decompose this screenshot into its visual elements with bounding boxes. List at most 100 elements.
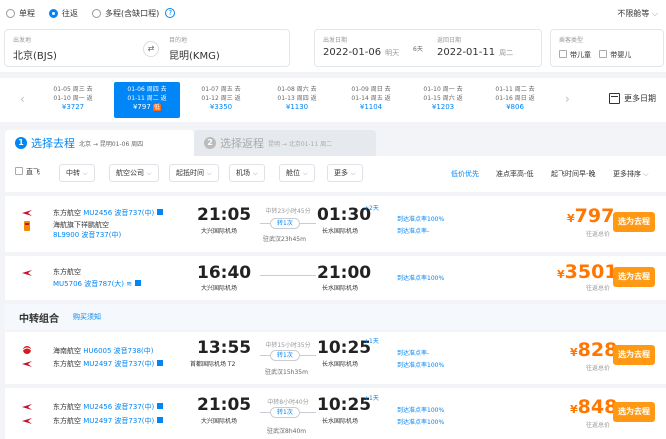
departure-airport: 大兴国际机场 <box>201 228 238 235</box>
departure-airport: 首都国际机场 T2 <box>190 361 236 368</box>
filter-airline[interactable]: 航空公司 ⌵ <box>109 164 159 182</box>
radio-icon <box>6 8 15 18</box>
radio-icon <box>92 8 101 18</box>
cabin-class-select[interactable]: 不限舱等 ⌵ <box>617 8 658 19</box>
to-city-input[interactable]: 昆明(KMG) <box>169 47 220 62</box>
duration: 中转15小时35分 <box>265 342 311 349</box>
filter-time[interactable]: 起抵时间 ⌵ <box>169 164 219 182</box>
flight-number: MU5706 波音787(大) ≋ <box>53 279 142 289</box>
tab-select-return[interactable]: 2 选择返程 昆明 → 北京01-11 周二 <box>194 130 376 156</box>
flight-row[interactable]: 东方航空 MU2456 波音737(中) 海航旗下祥鹏航空 8L9900 波音7… <box>5 196 666 252</box>
ontime-rate: 到达准点率- <box>397 350 430 357</box>
help-icon[interactable]: ? <box>165 8 176 18</box>
filter-cabin[interactable]: 舱位 ⌵ <box>279 164 315 182</box>
chevron-down-icon: ⌵ <box>351 170 356 177</box>
meal-icon <box>157 403 164 409</box>
meal-icon <box>135 280 142 286</box>
city-selector: 出发地 北京(BJS) ⇄ 目的地 昆明(KMG) <box>4 29 290 67</box>
sort-lowest-price[interactable]: 低价优先 <box>451 169 479 179</box>
more-dates-button[interactable]: 更多日期 <box>609 93 656 104</box>
ontime-rate: 到达准点率100% <box>397 419 445 426</box>
purchase-notice-link[interactable]: 购买须知 <box>73 312 101 322</box>
passenger-options: 带儿童 带婴儿 <box>559 50 631 60</box>
date-option[interactable]: 01-07 周五 去 01-12 周三 返 ¥3350 <box>188 82 254 118</box>
tab-select-outbound[interactable]: 1 选择去程 北京 → 昆明01-06 周四 <box>5 130 194 156</box>
sort-more[interactable]: 更多排序 ⌵ <box>613 169 649 179</box>
china-eastern-logo-icon <box>22 270 32 276</box>
arrival-time: 10:25 <box>317 395 372 415</box>
chevron-down-icon: ⌵ <box>83 170 88 177</box>
ontime-rate: 到达准点率100% <box>397 216 445 223</box>
transfer-info: 驻武汉15h35m <box>265 369 308 376</box>
china-eastern-logo-icon <box>22 210 32 216</box>
china-eastern-logo-icon <box>22 361 32 367</box>
date-option-selected[interactable]: 01-06 周四 去 01-11 周二 返 ¥797 低 <box>114 82 180 118</box>
return-date-label: 返回日期 <box>437 37 462 44</box>
combo-row[interactable]: 东方航空 MU2456 波音737(中) 东方航空 MU2497 波音737(中… <box>5 388 666 439</box>
checkbox-icon <box>15 167 23 175</box>
date-option[interactable]: 01-09 周日 去 01-14 周五 返 ¥1104 <box>338 82 404 118</box>
return-date-input[interactable]: 2022-01-11 周二 <box>437 47 513 58</box>
ontime-rate: 到达准点率100% <box>397 275 445 282</box>
combo-row[interactable]: 海南航空 HU6005 波音738(中) 东方航空 MU2497 波音737(中… <box>5 332 666 384</box>
next-day-mark: +1天 <box>364 395 379 402</box>
departure-time: 16:40 <box>197 263 252 283</box>
radio-selected-icon <box>49 8 58 18</box>
trip-type-round-trip[interactable]: 往返 <box>49 8 78 19</box>
duration: 中转8小时40分 <box>267 399 309 406</box>
ontime-rate: 到达准点率100% <box>397 407 445 414</box>
filter-transfer[interactable]: 中转 ⌵ <box>59 164 95 182</box>
passenger-label: 乘客类型 <box>559 37 584 44</box>
date-selector: 出发日期 2022-01-06 明天 6天 返回日期 2022-01-11 周二 <box>314 29 542 67</box>
passenger-type: 乘客类型 带儿童 带婴儿 <box>550 29 664 67</box>
date-option[interactable]: 01-08 周六 去 01-13 周四 返 ¥1130 <box>264 82 330 118</box>
arrival-airport: 长水国际机场 <box>322 418 359 425</box>
swap-cities-icon[interactable]: ⇄ <box>143 41 159 57</box>
date-option[interactable]: 01-10 周一 去 01-15 周六 返 ¥1203 <box>410 82 476 118</box>
filter-more[interactable]: 更多 ⌵ <box>327 164 363 182</box>
sort-departure[interactable]: 起飞时间早-晚 <box>551 169 596 179</box>
from-city-input[interactable]: 北京(BJS) <box>13 47 57 62</box>
departure-airport: 大兴国际机场 <box>201 418 238 425</box>
price-note: 往返总价 <box>586 231 611 238</box>
flight-row[interactable]: 东方航空 MU5706 波音787(大) ≋ 16:40 大兴国际机场 21:0… <box>5 256 666 300</box>
airline-leg1: 东方航空 MU2456 波音737(中) <box>53 402 164 412</box>
trip-type-one-way[interactable]: 单程 <box>6 8 35 19</box>
airline-leg2: 海航旗下祥鹏航空 <box>53 221 109 229</box>
chevron-down-icon: ⌵ <box>147 170 152 177</box>
filter-airport[interactable]: 机场 ⌵ <box>229 164 265 182</box>
meal-icon <box>157 209 164 215</box>
next-dates-icon[interactable]: › <box>565 92 570 106</box>
calendar-icon <box>609 93 620 104</box>
date-option[interactable]: 01-11 周二 去 01-16 周日 返 ¥806 <box>482 82 548 118</box>
lucky-air-logo-icon <box>24 221 30 231</box>
select-outbound-button[interactable]: 选为去程 <box>613 212 655 232</box>
depart-date-input[interactable]: 2022-01-06 明天 <box>323 47 399 58</box>
date-option[interactable]: 01-05 周三 去 01-10 周一 返 ¥3727 <box>40 82 106 118</box>
transfer-combo-header: 中转组合 购买须知 <box>5 304 666 330</box>
departure-airport: 大兴国际机场 <box>201 285 238 292</box>
section-title: 中转组合 <box>19 313 59 325</box>
wifi-icon: ≋ <box>126 280 133 288</box>
select-outbound-button[interactable]: 选为去程 <box>613 345 655 365</box>
airline-leg1: 东方航空 MU2456 波音737(中) <box>53 208 164 218</box>
china-eastern-logo-icon <box>22 404 32 410</box>
select-outbound-button[interactable]: 选为去程 <box>613 267 655 287</box>
ontime-rate: 到达准点率- <box>397 228 430 235</box>
trip-days: 6天 <box>413 46 423 53</box>
trip-type-multi[interactable]: 多程(含缺口程) <box>92 8 159 19</box>
arrival-time: 10:25 <box>317 338 372 358</box>
direct-only-checkbox[interactable]: 直飞 <box>13 164 46 182</box>
stop-count: 转1次 <box>270 350 300 361</box>
airline-leg2: 东方航空 MU2497 波音737(中) <box>53 359 164 369</box>
flight-number-leg2: 8L9900 波音737(中) <box>53 231 122 239</box>
meal-icon <box>157 417 164 423</box>
arrival-time: 01:30 <box>317 205 372 225</box>
child-checkbox[interactable]: 带儿童 <box>559 50 591 59</box>
prev-dates-icon[interactable]: ‹ <box>20 92 25 106</box>
select-outbound-button[interactable]: 选为去程 <box>613 402 655 422</box>
depart-date-label: 出发日期 <box>323 37 348 44</box>
sort-ontime[interactable]: 准点率高-低 <box>496 169 534 179</box>
chevron-down-icon: ⌵ <box>253 170 258 177</box>
infant-checkbox[interactable]: 带婴儿 <box>599 50 631 59</box>
